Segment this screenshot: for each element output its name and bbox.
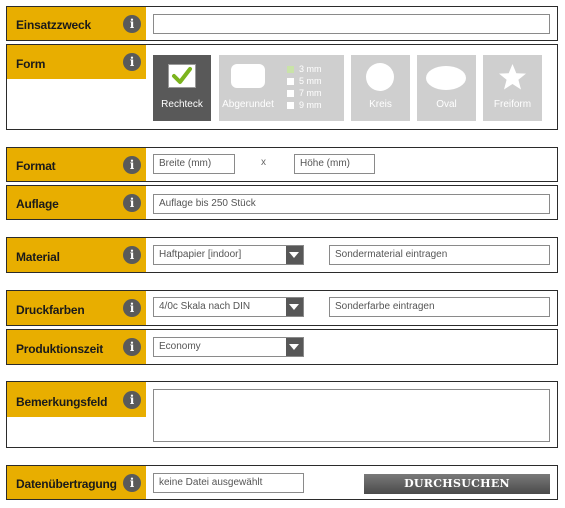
material-select[interactable]: Haftpapier [indoor] [153,245,304,265]
info-icon[interactable]: i [123,474,141,492]
druckfarben-selected-value: 4/0c Skala nach DIN [159,301,251,312]
auflage-label: Auflage [16,197,59,211]
shape-label: Freiform [493,99,532,110]
material-selected-value: Haftpapier [indoor] [159,249,242,260]
bemerkungsfeld-label: Bemerkungsfeld [16,395,108,409]
checkbox-checked [168,64,196,88]
einsatzzweck-label-block: Einsatzzweck i [7,7,146,40]
produktionszeit-label-block: Produktionszeit i [7,330,146,364]
auflage-row: Auflage i Auflage bis 250 Stück [6,185,558,220]
datenuebertragung-label-block: Datenübertragung i [7,466,146,499]
shape-tile-abgerundet[interactable]: Abgerundet 3 mm 5 mm 7 mm 9 mm [219,55,344,121]
material-label-block: Material i [7,238,146,272]
width-input[interactable]: Breite (mm) [153,154,235,174]
shape-label: Kreis [369,99,392,110]
shape-tile-kreis[interactable]: Kreis [351,55,410,121]
datenuebertragung-label: Datenübertragung [16,477,117,491]
shape-label: Oval [436,99,457,110]
material-row: Material i Haftpapier [indoor] Sondermat… [6,237,558,273]
form-label: Form [16,57,46,71]
chevron-down-icon[interactable] [286,246,303,264]
radius-option-checkbox[interactable] [287,90,294,97]
star-icon [499,64,526,90]
info-icon[interactable]: i [123,299,141,317]
produktionszeit-row: Produktionszeit i Economy [6,329,558,365]
info-icon[interactable]: i [123,194,141,212]
checkmark-icon [172,67,192,84]
bemerkungsfeld-label-block: Bemerkungsfeld i [7,382,146,417]
datenuebertragung-row: Datenübertragung i keine Datei ausgewähl… [6,465,558,500]
custom-material-input[interactable]: Sondermaterial eintragen [329,245,550,265]
shape-tile-oval[interactable]: Oval [417,55,476,121]
format-label: Format [16,159,56,173]
chevron-down-icon[interactable] [286,338,303,356]
shape-label: Rechteck [161,99,203,110]
rounded-rect-icon [231,64,265,88]
einsatzzweck-label: Einsatzzweck [16,18,91,32]
format-label-block: Format i [7,148,146,181]
shape-tile-rechteck[interactable]: Rechteck [153,55,211,121]
einsatzzweck-input[interactable] [153,14,550,34]
druckfarben-label: Druckfarben [16,303,85,317]
shape-tile-freiform[interactable]: Freiform [483,55,542,121]
bemerkungsfeld-row: Bemerkungsfeld i [6,381,558,448]
einsatzzweck-row: Einsatzzweck i [6,6,558,41]
bemerkungsfeld-textarea[interactable] [153,389,550,442]
info-icon[interactable]: i [123,338,141,356]
radius-option-label: 7 mm [299,88,322,98]
info-icon[interactable]: i [123,246,141,264]
info-icon[interactable]: i [123,15,141,33]
druckfarben-select[interactable]: 4/0c Skala nach DIN [153,297,304,317]
dimension-separator: x [261,157,266,168]
druckfarben-row: Druckfarben i 4/0c Skala nach DIN Sonder… [6,290,558,326]
druckfarben-label-block: Druckfarben i [7,291,146,325]
info-icon[interactable]: i [123,53,141,71]
format-row: Format i Breite (mm) x Höhe (mm) [6,147,558,182]
material-label: Material [16,250,60,264]
radius-option-checkbox[interactable] [287,66,294,73]
shape-label: Abgerundet [222,99,274,110]
radius-option-label: 5 mm [299,76,322,86]
auflage-input[interactable]: Auflage bis 250 Stück [153,194,550,214]
form-row: Form i Rechteck Abgerundet 3 mm 5 mm 7 m… [6,44,558,130]
produktionszeit-select[interactable]: Economy [153,337,304,357]
radius-option-checkbox[interactable] [287,78,294,85]
info-icon[interactable]: i [123,391,141,409]
radius-option-label: 9 mm [299,100,322,110]
form-label-block: Form i [7,45,146,79]
height-input[interactable]: Höhe (mm) [294,154,375,174]
circle-icon [366,63,394,91]
radius-option-checkbox[interactable] [287,102,294,109]
produktionszeit-selected-value: Economy [159,341,201,352]
browse-button[interactable]: DURCHSUCHEN [364,474,550,494]
custom-color-input[interactable]: Sonderfarbe eintragen [329,297,550,317]
chevron-down-icon[interactable] [286,298,303,316]
info-icon[interactable]: i [123,156,141,174]
oval-icon [426,66,466,90]
radius-option-label: 3 mm [299,64,322,74]
produktionszeit-label: Produktionszeit [16,342,104,356]
file-status-field: keine Datei ausgewählt [153,473,304,493]
auflage-label-block: Auflage i [7,186,146,219]
